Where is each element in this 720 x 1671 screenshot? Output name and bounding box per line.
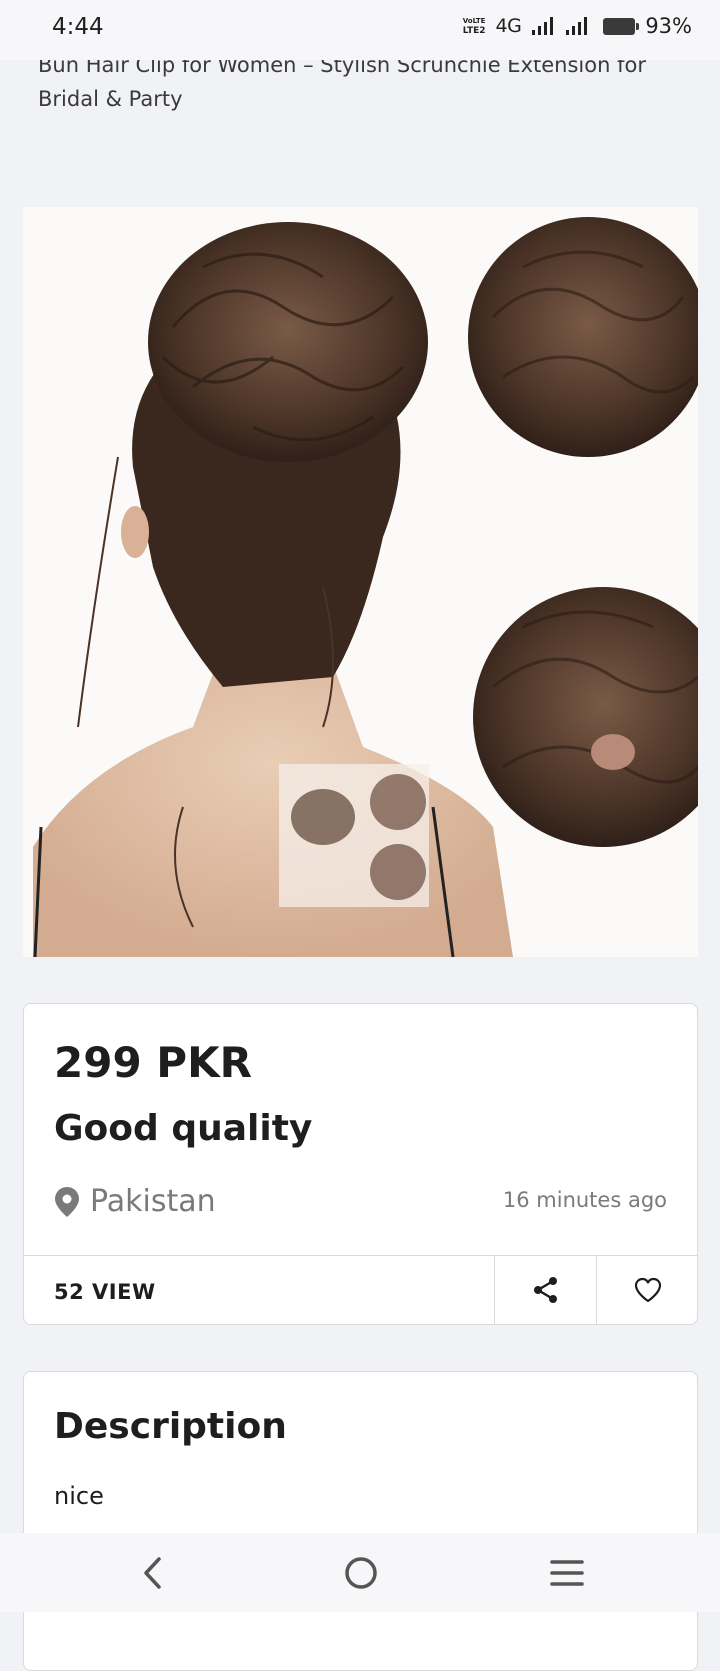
share-button[interactable] bbox=[494, 1255, 596, 1325]
location-text: Pakistan bbox=[90, 1184, 216, 1219]
description-text: nice bbox=[54, 1482, 104, 1510]
home-button[interactable] bbox=[336, 1551, 386, 1595]
back-icon bbox=[144, 1557, 161, 1589]
share-icon bbox=[533, 1277, 557, 1303]
description-heading: Description bbox=[54, 1406, 287, 1447]
menu-button[interactable] bbox=[542, 1551, 592, 1595]
menu-icon bbox=[550, 1560, 584, 1586]
lte-label: LTE2 bbox=[462, 26, 486, 36]
status-indicators: VoLTE LTE2 4G 93% bbox=[463, 14, 692, 38]
home-icon bbox=[345, 1557, 377, 1589]
heart-icon bbox=[634, 1277, 662, 1303]
price: 299 PKR bbox=[54, 1038, 252, 1087]
signal-icon bbox=[566, 17, 588, 35]
posted-time: 16 minutes ago bbox=[502, 1188, 667, 1212]
battery-icon bbox=[603, 17, 640, 35]
volte-indicator: VoLTE LTE2 bbox=[463, 16, 486, 36]
product-photo-illustration bbox=[23, 207, 698, 957]
product-photo[interactable] bbox=[23, 207, 698, 957]
ad-title: Good quality bbox=[54, 1108, 313, 1149]
volte-label: VoLTE bbox=[462, 17, 486, 25]
favorite-button[interactable] bbox=[596, 1255, 699, 1325]
listing-card: 299 PKR Good quality Pakistan 16 minutes… bbox=[23, 1003, 698, 1325]
description-card: Description nice bbox=[23, 1371, 698, 1671]
status-time: 4:44 bbox=[52, 14, 104, 40]
location-pin-icon bbox=[55, 1186, 79, 1217]
battery-percent: 93% bbox=[645, 14, 692, 38]
network-type: 4G bbox=[495, 15, 522, 37]
back-button[interactable] bbox=[128, 1551, 178, 1595]
signal-icon bbox=[532, 17, 554, 35]
view-count: 52 VIEW bbox=[54, 1280, 156, 1304]
status-bar: 4:44 VoLTE LTE2 4G 93% bbox=[0, 0, 720, 60]
location: Pakistan bbox=[54, 1184, 216, 1219]
system-navigation-bar bbox=[0, 1533, 720, 1612]
